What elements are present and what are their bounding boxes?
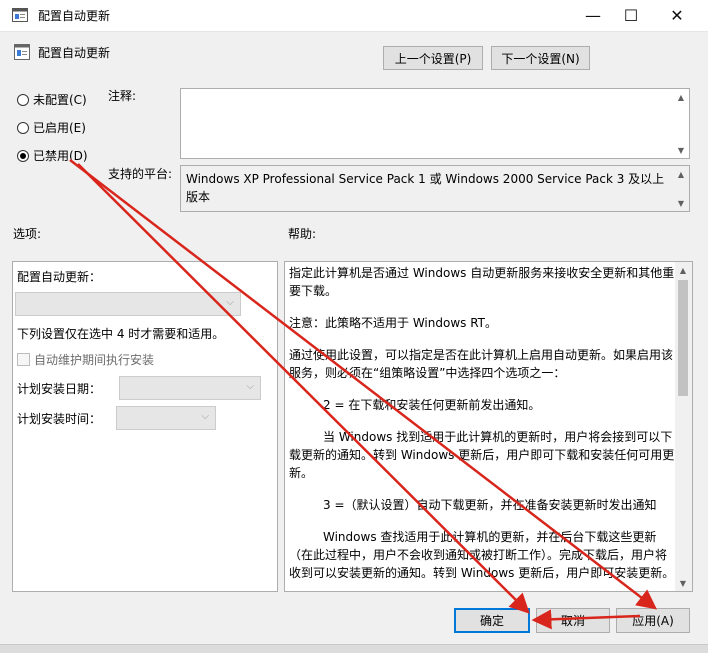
title-bar: 配置自动更新 — ☐ ✕ xyxy=(0,0,708,32)
checkbox-label: 自动维护期间执行安装 xyxy=(34,353,155,367)
scroll-up-icon[interactable]: ▲ xyxy=(673,166,689,182)
options-pane: 配置自动更新： ⌵ 下列设置仅在选中 4 时才需要和适用。 自动维护期间执行安装… xyxy=(12,261,278,592)
comment-textarea[interactable]: ▲ ▼ xyxy=(180,88,690,159)
install-day-select[interactable]: ⌵ xyxy=(119,376,261,400)
help-paragraph: Windows 查找适用于此计算机的更新，并在后台下载这些更新（在此过程中，用户… xyxy=(289,530,675,580)
radio-circle-selected xyxy=(17,149,29,162)
radio-disabled[interactable]: 已禁用(D) xyxy=(17,147,88,164)
help-paragraph: 指定此计算机是否通过 Windows 自动更新服务来接收安全更新和其他重要下载。 xyxy=(289,266,675,298)
platform-label: 支持的平台: xyxy=(108,167,173,181)
platform-scrollbar[interactable]: ▲ ▼ xyxy=(673,166,689,211)
radio-enabled[interactable]: 已启用(E) xyxy=(17,119,86,136)
install-time-select[interactable]: ⌵ xyxy=(116,406,216,430)
window-title: 配置自动更新 xyxy=(38,9,111,23)
scroll-thumb[interactable] xyxy=(678,280,688,396)
chevron-down-icon: ⌵ xyxy=(226,297,234,308)
scroll-up-icon[interactable]: ▲ xyxy=(673,89,689,105)
help-pane: 指定此计算机是否通过 Windows 自动更新服务来接收安全更新和其他重要下载。… xyxy=(284,261,693,592)
comment-label: 注释: xyxy=(108,89,137,103)
comment-scrollbar[interactable]: ▲ ▼ xyxy=(673,89,689,158)
radio-not-configured[interactable]: 未配置(C) xyxy=(17,91,87,108)
next-setting-button[interactable]: 下一个设置(N) xyxy=(491,46,590,70)
radio-label: 已禁用(D) xyxy=(33,149,88,163)
policy-window-icon xyxy=(12,8,28,22)
help-paragraph: 2 = 在下载和安装任何更新前发出通知。 xyxy=(323,398,541,412)
checkbox-box xyxy=(17,353,30,366)
platform-field: Windows XP Professional Service Pack 1 或… xyxy=(180,165,690,212)
chevron-down-icon: ⌵ xyxy=(201,411,209,422)
options-title: 选项: xyxy=(13,227,42,241)
scroll-down-icon[interactable]: ▼ xyxy=(675,575,691,591)
scroll-down-icon[interactable]: ▼ xyxy=(673,142,689,158)
previous-setting-button[interactable]: 上一个设置(P) xyxy=(383,46,483,70)
policy-setting-icon xyxy=(14,44,30,60)
install-day-label: 计划安装日期： xyxy=(17,382,102,396)
scroll-down-icon[interactable]: ▼ xyxy=(673,195,689,211)
maintenance-install-checkbox[interactable]: 自动维护期间执行安装 xyxy=(17,351,154,368)
scroll-up-icon[interactable]: ▲ xyxy=(675,262,691,278)
help-text: 指定此计算机是否通过 Windows 自动更新服务来接收安全更新和其他重要下载。… xyxy=(289,264,675,591)
configure-update-label: 配置自动更新： xyxy=(17,270,102,284)
radio-circle xyxy=(17,121,29,134)
options-note: 下列设置仅在选中 4 时才需要和适用。 xyxy=(17,327,225,341)
radio-label: 未配置(C) xyxy=(33,93,87,107)
help-paragraph: 注意：此策略不适用于 Windows RT。 xyxy=(289,316,497,330)
radio-label: 已启用(E) xyxy=(33,121,86,135)
help-title: 帮助: xyxy=(288,227,317,241)
cancel-button[interactable]: 取消 xyxy=(536,608,610,633)
chevron-down-icon: ⌵ xyxy=(246,381,254,392)
apply-button[interactable]: 应用(A) xyxy=(616,608,690,633)
maximize-button[interactable]: ☐ xyxy=(608,0,654,31)
radio-circle xyxy=(17,93,29,106)
policy-name: 配置自动更新 xyxy=(38,46,111,60)
platform-text: Windows XP Professional Service Pack 1 或… xyxy=(186,172,665,204)
help-paragraph: 3 =（默认设置）自动下载更新，并在准备安装更新时发出通知 xyxy=(323,498,657,512)
close-button[interactable]: ✕ xyxy=(654,0,700,31)
help-paragraph: 通过使用此设置，可以指定是否在此计算机上启用自动更新。如果启用该服务，则必须在“… xyxy=(289,348,674,380)
configure-update-select[interactable]: ⌵ xyxy=(15,292,241,316)
help-scrollbar[interactable]: ▲ ▼ xyxy=(675,262,692,591)
help-paragraph: 当 Windows 找到适用于此计算机的更新时，用户将会接到可以下载更新的通知。… xyxy=(289,430,675,480)
ok-button[interactable]: 确定 xyxy=(454,608,530,633)
install-time-label: 计划安装时间： xyxy=(17,412,102,426)
